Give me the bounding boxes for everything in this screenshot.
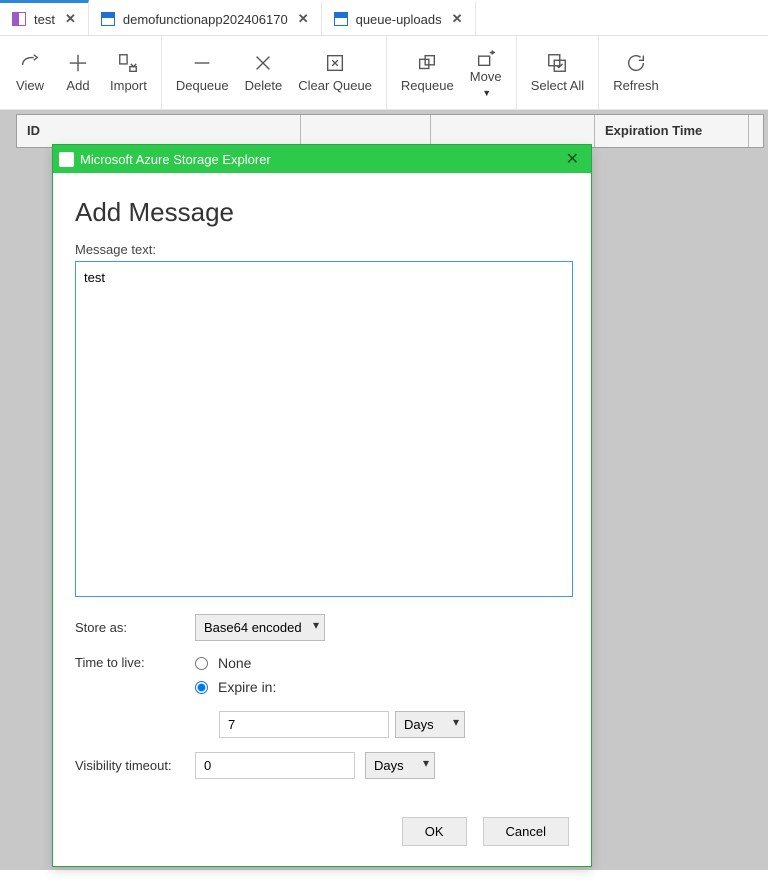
select-all-button[interactable]: Select All	[523, 48, 592, 97]
chevron-down-icon: ▼	[480, 88, 491, 98]
expire-value-input[interactable]	[219, 711, 389, 738]
close-icon[interactable]: ✕	[450, 9, 465, 29]
tab-label: test	[34, 12, 55, 27]
add-button[interactable]: Add	[54, 48, 102, 97]
move-button[interactable]: Move ▼	[462, 43, 510, 102]
import-button[interactable]: Import	[102, 48, 155, 97]
plus-icon	[67, 52, 89, 74]
app-icon	[101, 12, 115, 26]
store-as-label: Store as:	[75, 620, 185, 635]
app-icon	[334, 12, 348, 26]
delete-button[interactable]: Delete	[237, 48, 291, 97]
arrow-redo-icon	[19, 52, 41, 74]
visibility-label: Visibility timeout:	[75, 758, 185, 773]
refresh-icon	[625, 52, 647, 74]
cancel-button[interactable]: Cancel	[483, 817, 569, 846]
ttl-none-label: None	[218, 655, 251, 671]
visibility-unit-select[interactable]: Days	[365, 752, 435, 779]
message-text-input[interactable]	[75, 261, 573, 597]
storage-explorer-icon: 🗔	[59, 152, 74, 167]
message-text-label: Message text:	[75, 242, 569, 257]
ok-button[interactable]: OK	[402, 817, 467, 846]
dialog-close-button[interactable]: ✕	[560, 147, 585, 171]
visibility-value-input[interactable]	[195, 752, 355, 779]
tab-label: queue-uploads	[356, 12, 442, 27]
move-icon	[475, 47, 497, 69]
ttl-expire-radio-input[interactable]	[195, 681, 208, 694]
view-button[interactable]: View	[6, 48, 54, 97]
clear-queue-button[interactable]: Clear Queue	[290, 48, 380, 97]
refresh-button[interactable]: Refresh	[605, 48, 667, 97]
col-insertion[interactable]	[431, 115, 595, 147]
import-icon	[117, 52, 139, 74]
close-icon[interactable]: ✕	[63, 9, 78, 29]
add-message-dialog: 🗔 Microsoft Azure Storage Explorer ✕ Add…	[52, 144, 592, 867]
table-header: ID Expiration Time	[16, 114, 764, 148]
ttl-expire-label: Expire in:	[218, 679, 276, 695]
tab-queue-uploads[interactable]: queue-uploads ✕	[322, 0, 476, 35]
col-message[interactable]	[301, 115, 431, 147]
dialog-heading: Add Message	[75, 197, 569, 228]
col-id[interactable]: ID	[17, 115, 301, 147]
ttl-none-radio-input[interactable]	[195, 657, 208, 670]
clear-icon	[324, 52, 346, 74]
expire-unit-select[interactable]: Days	[395, 711, 465, 738]
store-as-select[interactable]: Base64 encoded	[195, 614, 325, 641]
tab-label: demofunctionapp202406170	[123, 12, 288, 27]
dequeue-button[interactable]: Dequeue	[168, 48, 237, 97]
ttl-none-radio[interactable]: None	[195, 655, 465, 671]
col-expiration[interactable]: Expiration Time	[595, 115, 749, 147]
close-icon[interactable]: ✕	[296, 9, 311, 29]
ttl-label: Time to live:	[75, 655, 185, 670]
dialog-window-title: Microsoft Azure Storage Explorer	[80, 152, 271, 167]
x-icon	[252, 52, 274, 74]
tab-test[interactable]: test ✕	[0, 0, 89, 35]
minus-icon	[191, 52, 213, 74]
requeue-button[interactable]: Requeue	[393, 48, 462, 97]
requeue-icon	[416, 52, 438, 74]
ttl-expire-radio[interactable]: Expire in:	[195, 679, 465, 695]
queue-icon	[12, 12, 26, 26]
tab-demofunctionapp[interactable]: demofunctionapp202406170 ✕	[89, 0, 322, 35]
dialog-titlebar: 🗔 Microsoft Azure Storage Explorer ✕	[53, 145, 591, 173]
toolbar: View Add Import Dequeue Delete Clear Que…	[0, 36, 768, 110]
select-all-icon	[546, 52, 568, 74]
tab-bar: test ✕ demofunctionapp202406170 ✕ queue-…	[0, 0, 768, 36]
